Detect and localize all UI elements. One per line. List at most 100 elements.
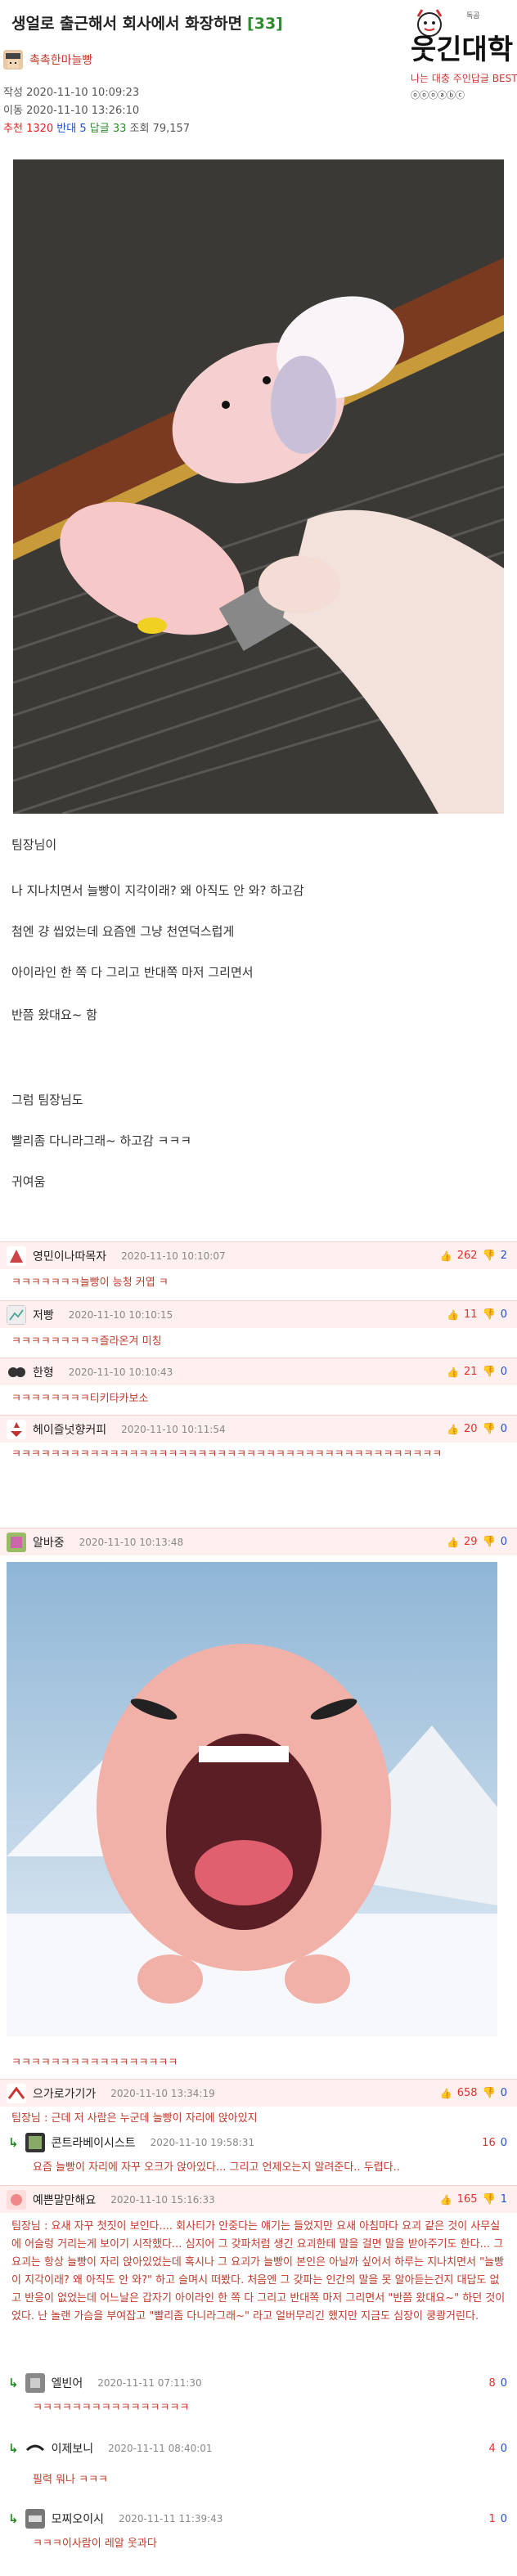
reply-arrow-icon: ↳	[8, 2376, 19, 2390]
comment-text: ㅋㅋㅋㅋㅋㅋㅋㅋㅋㅋㅋㅋㅋㅋㅋㅋㅋ	[11, 2057, 178, 2069]
comment-header: 헤이즐넛향커피 2020-11-10 10:11:54 👍 20 👎 0	[0, 1415, 517, 1443]
thumbs-up-icon[interactable]: 👍	[447, 1367, 459, 1378]
body-line: 빨리좀 다니라그래~ 하고감 ㅋㅋㅋ	[11, 1133, 192, 1148]
svg-text:나는 대충 주인답글 BEST!: 나는 대충 주인답글 BEST!	[411, 73, 517, 84]
reply-text: ㅋㅋㅋㅋㅋㅋㅋㅋㅋㅋㅋㅋㅋㅋㅋㅋ	[33, 2402, 190, 2414]
comment-author[interactable]: 헤이즐넛향커피	[33, 1421, 106, 1438]
vote-box[interactable]: 80	[488, 2377, 507, 2390]
post-title: 생얼로 출근해서 회사에서 화장하면 [33]	[11, 15, 283, 33]
reply-author[interactable]: 엘빈어	[52, 2375, 83, 2391]
vote-box[interactable]: 10	[488, 2513, 507, 2525]
avatar[interactable]	[7, 1532, 26, 1552]
body-line: 아이라인 한 쪽 다 그리고 반대쪽 마저 그리면서	[11, 965, 254, 980]
thumbs-down-icon[interactable]: 👎	[483, 1366, 496, 1378]
comment-header: 으가로가기가 2020-11-10 13:34:19 👍 658 👎 0	[0, 2079, 517, 2107]
site-logo[interactable]: 독곰 웃긴대학 나는 대충 주인답글 BEST! ⓞⓞⓞⓐⓑⓒ	[378, 2, 517, 139]
comment-text: ㅋㅋㅋㅋㅋㅋㅋ늘빵이 능청 커엽 ㅋ	[11, 1277, 169, 1289]
thumbs-down-icon[interactable]: 👎	[483, 1423, 496, 1435]
avatar[interactable]	[25, 2133, 45, 2152]
comment-author[interactable]: 한형	[33, 1364, 54, 1380]
vote-box[interactable]: 👍 20 👎 0	[447, 1423, 507, 1435]
vote-box[interactable]: 👍 262 👎 2	[440, 1250, 507, 1262]
comment-text: 팀장님 : 근데 저 사람은 누군데 늘빵이 자리에 앉아있지	[11, 2112, 258, 2125]
vote-box[interactable]: 40	[488, 2443, 507, 2455]
post-stats: 추천 1320 반대 5 답글 33 조회 79,157	[3, 123, 191, 135]
author-row: 촉촉한마늘빵	[3, 49, 92, 70]
vote-box[interactable]: 👍 21 👎 0	[447, 1366, 507, 1378]
comment-author[interactable]: 예쁜말만해요	[33, 2192, 96, 2208]
reply-time: 2020-11-11 07:11:30	[97, 2377, 202, 2389]
reply-text: 요즘 늘빵이 자리에 자꾸 오크가 앉아있다... 그리고 언제오는지 알려준다…	[33, 2161, 400, 2174]
thumbs-up-icon[interactable]: 👍	[447, 1537, 459, 1548]
moved-date: 이동 2020-11-10 13:26:10	[3, 105, 140, 117]
author-name[interactable]: 촉촉한마늘빵	[29, 52, 92, 68]
reply-header: ↳ 콘트라베이시스트 2020-11-10 19:58:31 16 0	[0, 2129, 517, 2156]
comment-header: 저빵 2020-11-10 10:10:15 👍 11 👎 0	[0, 1300, 517, 1328]
comment-time: 2020-11-10 10:13:48	[79, 1536, 184, 1548]
thumbs-up-icon[interactable]: 👍	[440, 1250, 452, 1262]
reply-header: ↳ 모찌오이시 2020-11-11 11:39:43 10	[0, 2506, 517, 2532]
comment-time: 2020-11-10 10:10:15	[68, 1308, 173, 1321]
post-photo	[13, 159, 504, 814]
comment-author[interactable]: 알바중	[33, 1534, 65, 1551]
reply-header: ↳ 엘빈어 2020-11-11 07:11:30 80	[0, 2370, 517, 2396]
avatar[interactable]	[25, 2509, 45, 2529]
comment-time: 2020-11-10 13:34:19	[110, 2087, 215, 2099]
thumbs-down-icon[interactable]: 👎	[483, 1536, 496, 1548]
reply-time: 2020-11-11 08:40:01	[108, 2443, 213, 2454]
comment-author[interactable]: 으가로가기가	[33, 2085, 96, 2102]
thumbs-down-icon[interactable]: 👎	[483, 2193, 496, 2206]
svg-text:독곰: 독곰	[466, 11, 480, 20]
thumbs-up-icon[interactable]: 👍	[440, 2194, 452, 2206]
thumbs-down-icon[interactable]: 👎	[483, 1308, 496, 1321]
comment-text: ㅋㅋㅋㅋㅋㅋㅋㅋㅋㅋㅋㅋㅋㅋㅋㅋㅋㅋㅋㅋㅋㅋㅋㅋㅋㅋㅋㅋㅋㅋㅋㅋㅋㅋㅋㅋㅋㅋㅋㅋ…	[11, 1448, 443, 1461]
avatar[interactable]	[7, 1419, 26, 1439]
avatar[interactable]	[7, 1304, 26, 1325]
avatar[interactable]	[25, 2439, 45, 2458]
comment-text: ㅋㅋㅋㅋㅋㅋㅋㅋ티키타카보소	[11, 1393, 149, 1405]
svg-text:웃긴대학: 웃긴대학	[411, 34, 513, 66]
avatar[interactable]	[7, 1245, 26, 1266]
reply-author[interactable]: 이제보니	[52, 2440, 94, 2457]
reply-author[interactable]: 콘트라베이시스트	[52, 2134, 136, 2151]
avatar[interactable]	[25, 2373, 45, 2393]
thumbs-up-icon[interactable]: 👍	[440, 2088, 452, 2099]
comment-text: ㅋㅋㅋㅋㅋㅋㅋㅋㅋ즐라온겨 미칭	[11, 1335, 162, 1348]
vote-box[interactable]: 👍 165 👎 1	[440, 2193, 507, 2206]
comment-time: 2020-11-10 15:16:33	[110, 2193, 215, 2206]
vote-box[interactable]: 👍 29 👎 0	[447, 1536, 507, 1548]
reply-arrow-icon: ↳	[8, 2511, 19, 2526]
comment-photo	[7, 1562, 497, 2036]
vote-box[interactable]: 16 0	[482, 2137, 507, 2149]
comment-author[interactable]: 저빵	[33, 1307, 54, 1323]
avatar[interactable]	[7, 2189, 26, 2210]
body-line: 그럼 팀장님도	[11, 1093, 83, 1107]
comment-time: 2020-11-10 10:10:43	[68, 1366, 173, 1378]
comment-text: 팀장님 : 요새 자꾸 첫짓이 보인다.... 회사티가 안중다는 얘기는 들었…	[11, 2220, 506, 2322]
thumbs-down-icon[interactable]: 👎	[483, 1250, 496, 1262]
avatar[interactable]	[3, 50, 23, 70]
comment-author[interactable]: 영민이나따목자	[33, 1248, 106, 1264]
reply-text: 필력 워나 ㅋㅋㅋ	[33, 2474, 108, 2486]
avatar[interactable]	[7, 1362, 26, 1382]
reply-author[interactable]: 모찌오이시	[52, 2511, 104, 2527]
reply-arrow-icon: ↳	[8, 2135, 19, 2150]
avatar[interactable]	[7, 2083, 26, 2103]
reply-arrow-icon: ↳	[8, 2441, 19, 2456]
body-line: 귀여움	[11, 1174, 46, 1189]
comment-header: 예쁜말만해요 2020-11-10 15:16:33 👍 165 👎 1	[0, 2185, 517, 2213]
comment-count[interactable]: [33]	[247, 15, 283, 33]
vote-box[interactable]: 👍 11 👎 0	[447, 1308, 507, 1321]
reply-time: 2020-11-10 19:58:31	[150, 2137, 255, 2148]
comment-header: 영민이나따목자 2020-11-10 10:10:07 👍 262 👎 2	[0, 1241, 517, 1269]
thumbs-up-icon[interactable]: 👍	[447, 1309, 459, 1321]
reply-header: ↳ 이제보니 2020-11-11 08:40:01 40	[0, 2435, 517, 2462]
body-line: 첨엔 걍 씹었는데 요즘엔 그냥 천연덕스럽게	[11, 924, 235, 939]
thumbs-down-icon[interactable]: 👎	[483, 2087, 496, 2099]
svg-text:ⓞⓞⓞⓐⓑⓒ: ⓞⓞⓞⓐⓑⓒ	[411, 90, 465, 101]
thumbs-up-icon[interactable]: 👍	[447, 1424, 459, 1435]
body-line: 팀장님이	[11, 837, 57, 852]
comment-header: 한형 2020-11-10 10:10:43 👍 21 👎 0	[0, 1358, 517, 1385]
body-line: 반쯤 왔대요~ 함	[11, 1008, 97, 1022]
vote-box[interactable]: 👍 658 👎 0	[440, 2087, 507, 2099]
